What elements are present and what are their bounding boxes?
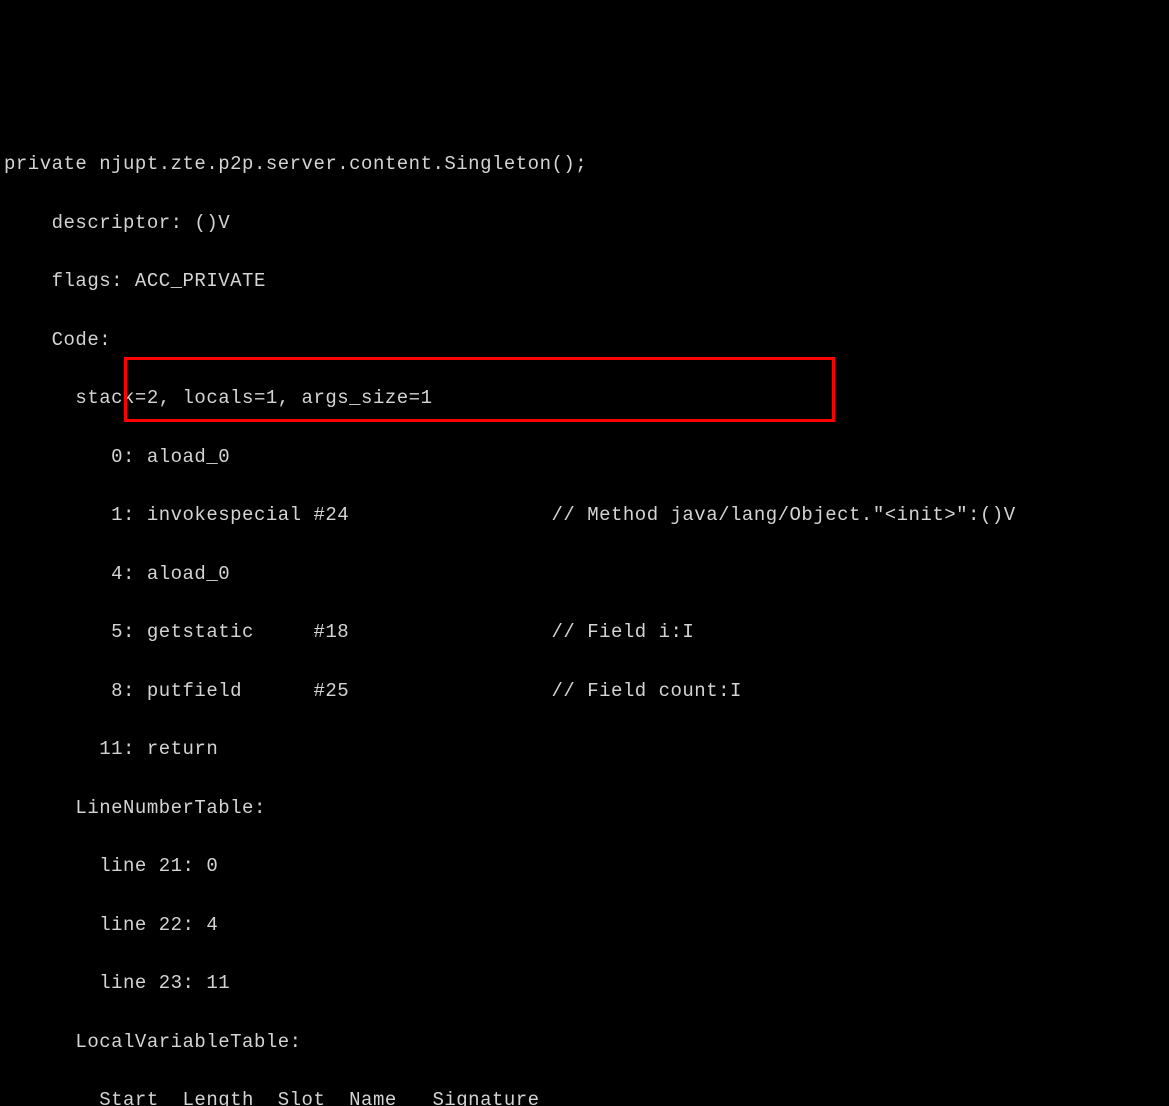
- linenumbertable-label: LineNumberTable:: [4, 794, 1165, 823]
- bytecode-terminal: private njupt.zte.p2p.server.content.Sin…: [4, 121, 1165, 1106]
- localvariabletable-header: Start Length Slot Name Signature: [4, 1086, 1165, 1106]
- instruction-line: 0: aload_0: [4, 443, 1165, 472]
- linenumbertable-entry: line 22: 4: [4, 911, 1165, 940]
- flags-line: flags: ACC_PRIVATE: [4, 267, 1165, 296]
- instruction-line: 11: return: [4, 735, 1165, 764]
- method-signature: private njupt.zte.p2p.server.content.Sin…: [4, 150, 1165, 179]
- stack-line: stack=2, locals=1, args_size=1: [4, 384, 1165, 413]
- linenumbertable-entry: line 23: 11: [4, 969, 1165, 998]
- linenumbertable-entry: line 21: 0: [4, 852, 1165, 881]
- localvariabletable-label: LocalVariableTable:: [4, 1028, 1165, 1057]
- instruction-line-highlighted: 8: putfield #25 // Field count:I: [4, 677, 1165, 706]
- instruction-line: 1: invokespecial #24 // Method java/lang…: [4, 501, 1165, 530]
- descriptor-line: descriptor: ()V: [4, 209, 1165, 238]
- code-label: Code:: [4, 326, 1165, 355]
- instruction-line-highlighted: 5: getstatic #18 // Field i:I: [4, 618, 1165, 647]
- instruction-line: 4: aload_0: [4, 560, 1165, 589]
